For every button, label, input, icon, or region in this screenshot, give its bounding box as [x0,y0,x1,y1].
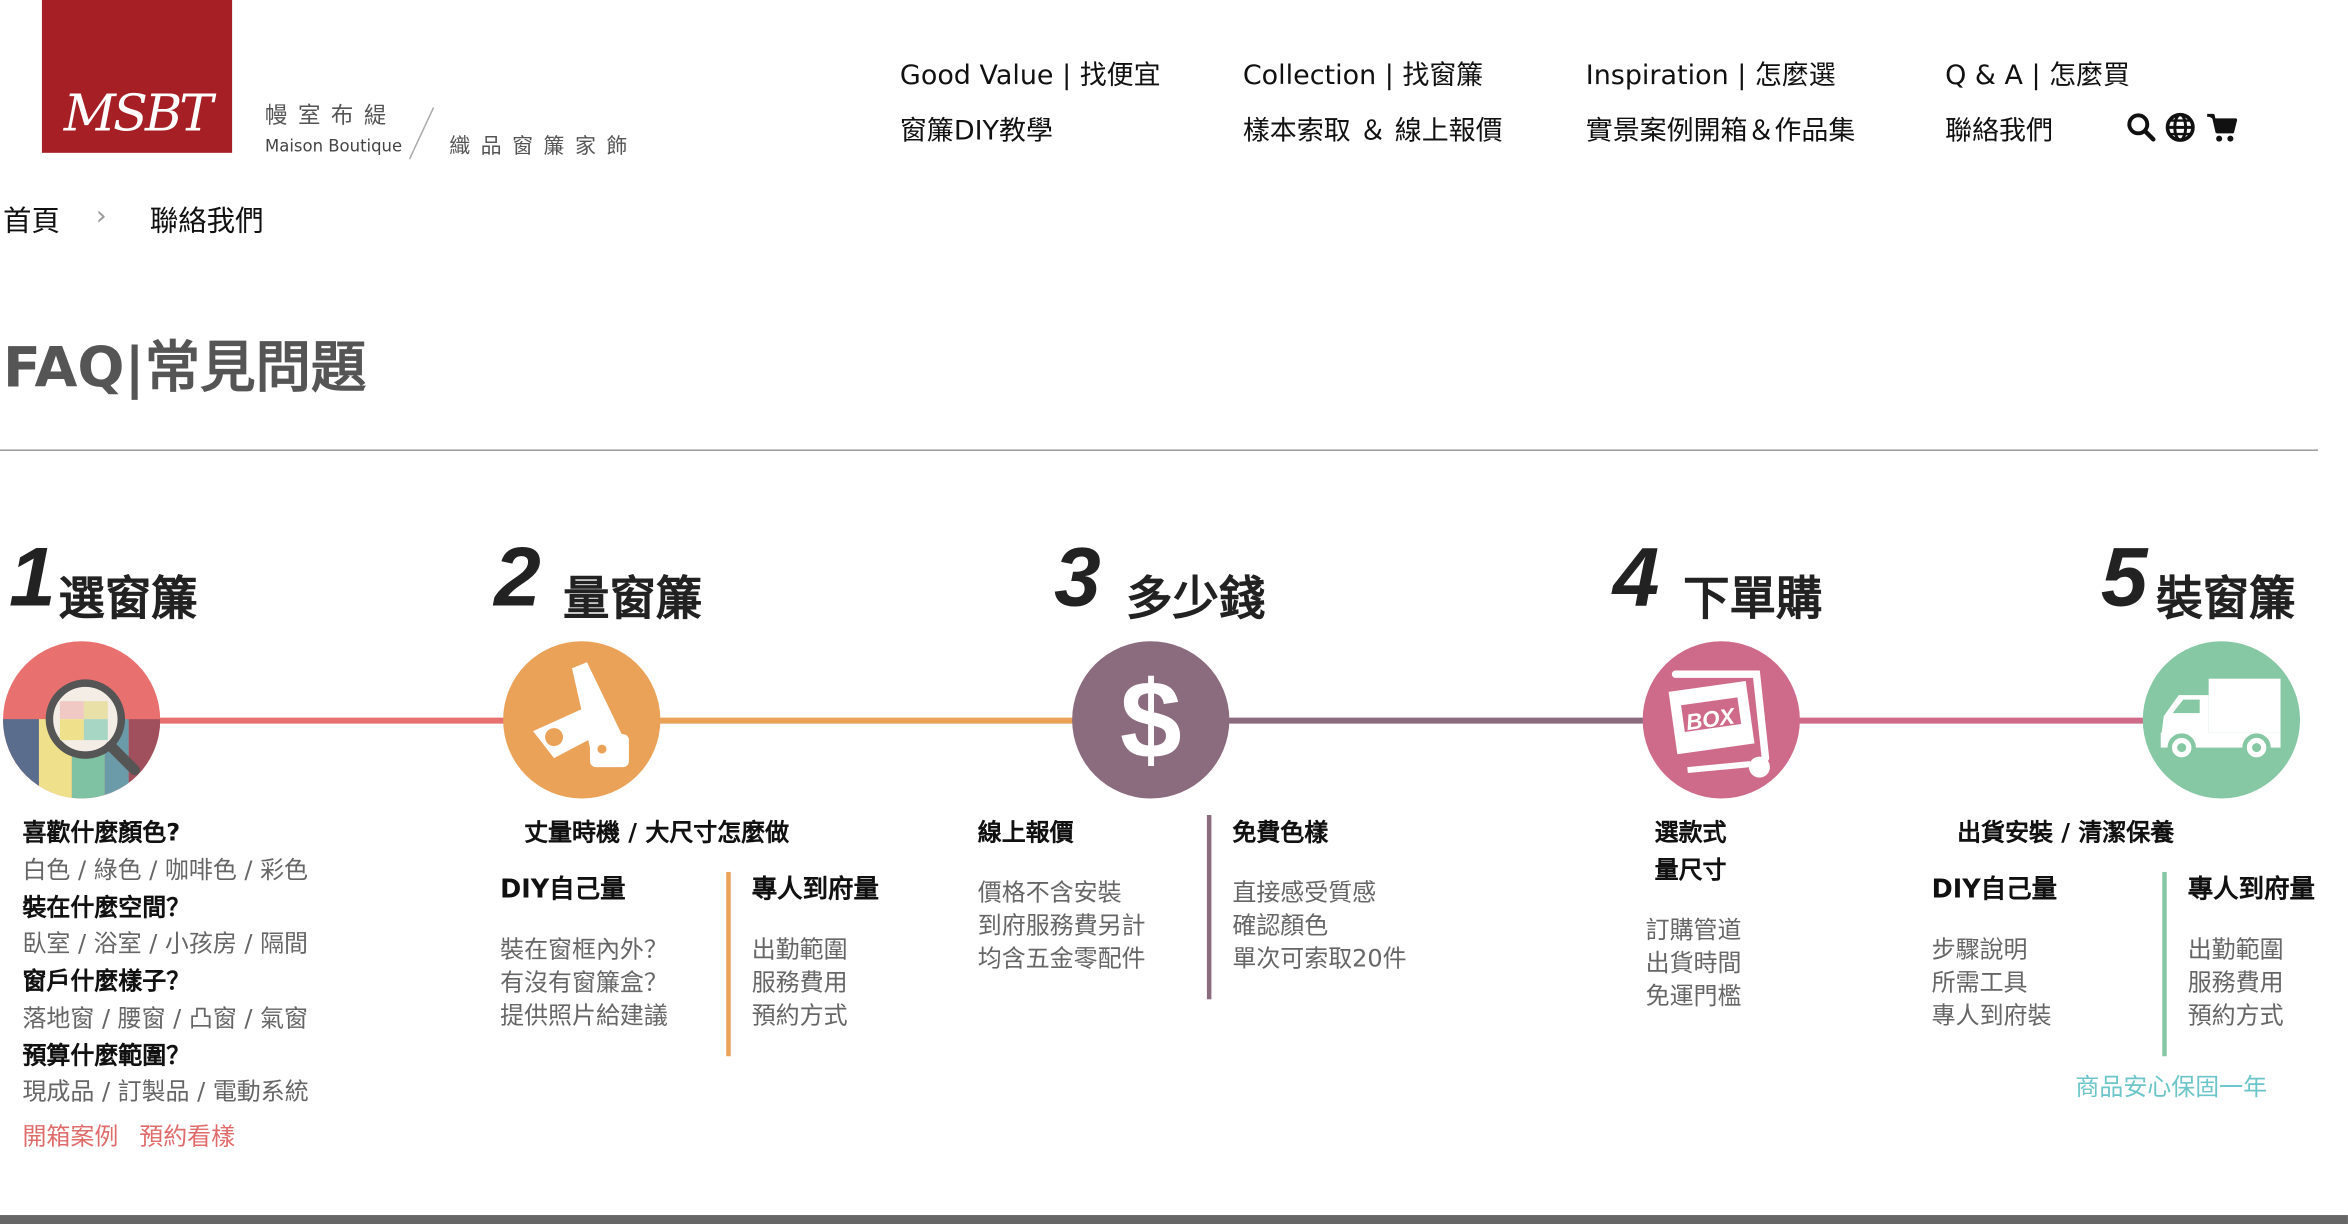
step-5-left-item: 步驟說明 [1931,934,2028,964]
brand-divider [408,107,435,160]
step-2-right-title: 專人到府量 [751,874,879,905]
step-2-left-title: DIY自己量 [500,874,626,905]
box-cart-icon[interactable]: BOX [1642,641,1800,799]
step-2-number: 2 [494,528,541,624]
step-2-right-item: 服務費用 [751,967,848,997]
step-1-q3: 窗戶什麼樣子？ [22,966,191,995]
brand-name-cn: 幔室布緹 [265,101,397,129]
step-1-q1: 喜歡什麼顏色? [22,818,181,847]
timeline-segment-4 [1789,717,2157,724]
timeline-segment-1 [149,717,510,724]
step-2-right-item: 出勤範圍 [751,934,848,964]
step-5-right-item: 出勤範圍 [2187,934,2284,964]
step-3-label: 多少錢 [1126,572,1266,627]
step-5-right-item: 預約方式 [2187,1000,2284,1030]
step-3-right-title: 免費色樣 [1232,818,1329,847]
nav-inspiration[interactable]: Inspiration | 怎麼選 [1586,54,1836,93]
step-4-heading-1: 選款式 [1654,818,1727,847]
nav-samples-quote[interactable]: 樣本索取 ＆ 線上報價 [1243,109,1503,148]
globe-icon[interactable] [2164,111,2197,144]
brand-name-en: Maison Boutique [265,136,403,156]
step-4-heading-2: 量尺寸 [1654,855,1727,884]
step-1-a2: 臥室 / 浴室 / 小孩房 / 隔間 [22,928,309,958]
step-3-divider [1206,815,1212,1000]
step-3-right-item: 單次可索取20件 [1232,943,1407,973]
step-4-item: 訂購管道 [1645,915,1742,944]
footer-bar [0,1215,2348,1224]
step-1-number: 1 [8,528,56,624]
step-5-right-title: 專人到府量 [2187,874,2315,905]
step-2-left-item: 提供照片給建議 [500,1000,668,1030]
step-3-left-item: 價格不含安裝 [977,877,1122,907]
step-1-a1: 白色 / 綠色 / 咖啡色 / 彩色 [22,855,309,884]
timeline-segment-3 [1220,717,1655,724]
nav-cases-portfolio[interactable]: 實景案例開箱＆作品集 [1586,109,1856,148]
magnifier-swatch-icon[interactable] [2,641,161,799]
link-book-sample-viewing[interactable]: 預約看樣 [139,1124,235,1149]
step-2-right-item: 預約方式 [751,1000,848,1030]
step-5-right-item: 服務費用 [2187,967,2284,997]
breadcrumb-current: 聯絡我們 [149,205,264,239]
nav-collection[interactable]: Collection | 找窗簾 [1243,54,1483,93]
nav-diy-tutorial[interactable]: 窗簾DIY教學 [900,109,1053,148]
step-2-divider [726,871,731,1057]
step-5-divider [2162,871,2167,1057]
measure-tools-icon[interactable] [503,641,661,799]
breadcrumb-separator: › [95,200,107,233]
nav-contact[interactable]: 聯絡我們 [1945,109,2053,148]
step-3-right-item: 直接感受質感 [1232,877,1377,907]
cart-icon[interactable] [2206,111,2239,144]
timeline-segment-2 [651,717,1086,724]
step-2-label: 量窗簾 [563,572,703,627]
nav-good-value[interactable]: Good Value | 找便宜 [900,54,1161,93]
step-4-label: 下單購 [1683,572,1823,627]
step-3-left-item: 均含五金零配件 [977,943,1146,973]
page-title: FAQ|常見問題 [2,335,367,401]
step-1-label: 選窗簾 [58,572,198,627]
dollar-icon[interactable]: $ [1072,641,1230,799]
step-2-heading: 丈量時機 / 大尺寸怎麼做 [524,818,790,847]
step-5-number: 5 [2100,528,2148,624]
step-3-left-title: 線上報價 [977,818,1074,847]
step-2-left-item: 裝在窗框內外？ [500,934,668,964]
step-4-item: 出貨時間 [1645,948,1742,977]
breadcrumb-home[interactable]: 首頁 [3,199,60,239]
brand-logo[interactable]: MSBT [41,0,233,153]
step-4-item: 免運門檻 [1645,981,1742,1010]
truck-icon[interactable] [2142,641,2301,799]
brand-tagline: 織品窗簾家飾 [449,134,638,159]
warranty-note-link[interactable]: 商品安心保固一年 [2075,1075,2267,1100]
step-3-right-item: 確認顏色 [1232,910,1329,940]
step-5-label: 裝窗簾 [2156,572,2296,627]
logo-text: MSBT [63,83,213,144]
step-5-left-item: 專人到府裝 [1931,1000,2052,1030]
step-5-left-title: DIY自己量 [1931,874,2058,905]
step-1-q2: 裝在什麼空間？ [22,892,191,922]
step-2-left-item: 有沒有窗簾盒？ [500,967,668,997]
step-1-a4: 現成品 / 訂製品 / 電動系統 [22,1077,309,1106]
step-5-heading: 出貨安裝 / 清潔保養 [1957,818,2175,847]
nav-qa[interactable]: Q & A | 怎麼買 [1945,54,2130,93]
step-4-number: 4 [1612,528,1660,624]
step-1-q4: 預算什麼範圍？ [22,1041,191,1070]
svg-text:$: $ [1120,659,1182,782]
link-unboxing-cases[interactable]: 開箱案例 [22,1124,118,1149]
step-5-left-item: 所需工具 [1931,967,2028,997]
step-3-left-item: 到府服務費另計 [977,910,1146,940]
step-3-number: 3 [1054,528,1101,624]
step-1-a3: 落地窗 / 腰窗 / 凸窗 / 氣窗 [22,1003,309,1033]
title-divider [0,449,2318,451]
search-icon[interactable] [2125,111,2158,144]
